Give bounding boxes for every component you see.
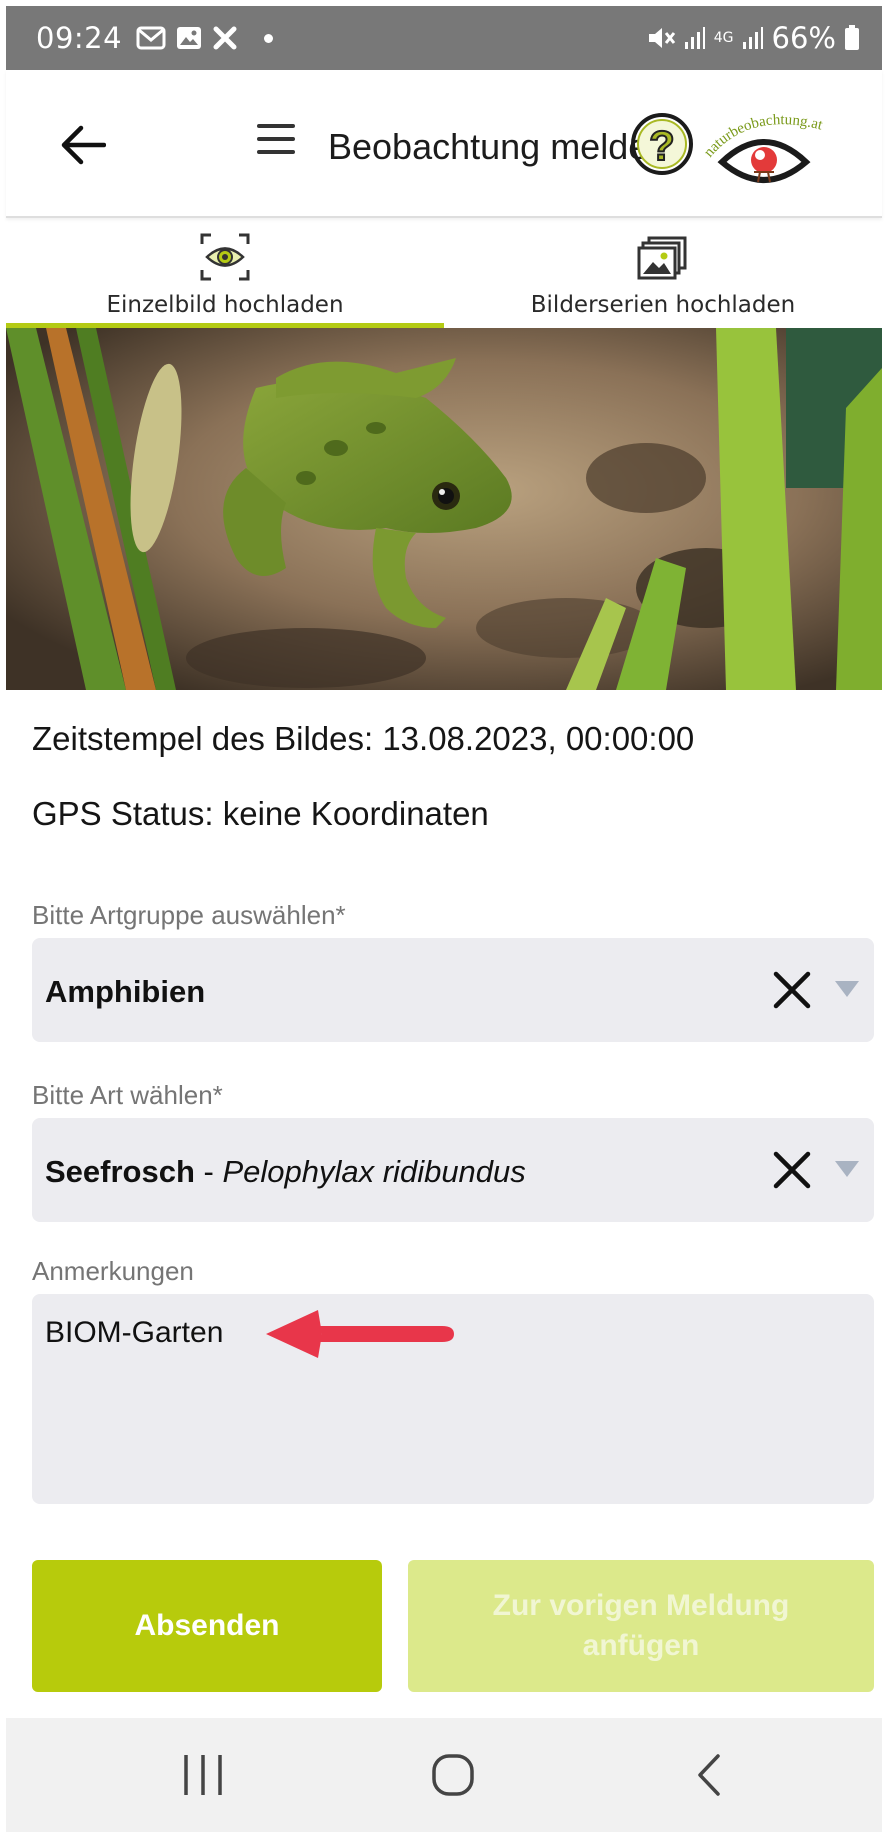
- hamburger-icon: [257, 124, 295, 154]
- clear-group-icon[interactable]: [772, 970, 812, 1010]
- gallery-icon: [177, 27, 202, 49]
- gps-status: GPS Status: keine Koordinaten: [32, 795, 489, 832]
- battery-icon: [845, 25, 859, 50]
- more-notifications-dot: [264, 33, 274, 43]
- nav-back-icon[interactable]: [694, 1752, 724, 1798]
- notes-label: Anmerkungen: [32, 1256, 194, 1286]
- status-bar: 09:24 4G 66%: [6, 6, 882, 70]
- notification-icons: [136, 25, 274, 51]
- system-icons: 4G 66%: [646, 21, 860, 55]
- clear-species-icon[interactable]: [772, 1150, 812, 1190]
- home-icon[interactable]: [430, 1752, 476, 1798]
- battery-percentage: 66%: [771, 21, 836, 55]
- append-button-label: Zur vorigen Meldung anfügen: [492, 1589, 790, 1662]
- logo-eye-bird-icon: naturbeobachtung.at: [701, 112, 825, 183]
- tab-single-image[interactable]: Einzelbild hochladen: [6, 218, 444, 328]
- group-select-value: Amphibien: [45, 974, 206, 1009]
- svg-text:?: ?: [649, 122, 675, 169]
- upload-tabs: Einzelbild hochladen Bilderserien hochla…: [6, 218, 882, 328]
- frog-photo[interactable]: [6, 328, 882, 690]
- help-button[interactable]: ?: [628, 110, 696, 178]
- species-scientific-name: Pelophylax ridibundus: [222, 1154, 526, 1189]
- species-select[interactable]: Seefrosch - Pelophylax ridibundus: [32, 1118, 874, 1222]
- app-header: Beobachtung melden ? naturbeobachtung.at: [6, 70, 882, 218]
- species-select-value: Seefrosch - Pelophylax ridibundus: [45, 1154, 526, 1190]
- frog-photo-image: [6, 328, 882, 690]
- status-time: 09:24: [36, 21, 123, 55]
- mute-icon: [648, 28, 675, 48]
- species-select-label: Bitte Art wählen*: [32, 1080, 223, 1110]
- tools-icon: [213, 26, 237, 50]
- recent-apps-icon[interactable]: [180, 1752, 226, 1798]
- chevron-down-icon[interactable]: [834, 980, 860, 998]
- annotation-arrow-icon: [266, 1310, 454, 1358]
- network-type: 4G: [713, 30, 734, 46]
- mail-icon: [136, 26, 166, 50]
- species-separator: -: [194, 1154, 223, 1189]
- signal-icon-2: [742, 27, 763, 49]
- tab-single-image-label: Einzelbild hochladen: [106, 292, 344, 318]
- group-select[interactable]: Amphibien: [32, 938, 874, 1042]
- send-button[interactable]: Absenden: [32, 1560, 382, 1692]
- tab-image-series-label: Bilderserien hochladen: [530, 292, 796, 318]
- image-stack-icon: [637, 230, 689, 284]
- notes-value: BIOM-Garten: [45, 1316, 224, 1349]
- app-logo: naturbeobachtung.at: [701, 100, 842, 192]
- screen: 09:24 4G 66% Beobachtung melden ? naturb…: [0, 0, 888, 1832]
- group-select-label: Bitte Artgruppe auswählen*: [32, 900, 346, 930]
- system-nav-bar: [6, 1718, 882, 1832]
- tab-image-series[interactable]: Bilderserien hochladen: [444, 218, 882, 328]
- send-button-label: Absenden: [134, 1609, 280, 1642]
- arrow-left-icon: [61, 125, 106, 165]
- chevron-down-icon[interactable]: [834, 1160, 860, 1178]
- signal-icon: [684, 27, 705, 49]
- question-mark-icon: ?: [631, 113, 693, 175]
- back-button[interactable]: [52, 120, 114, 170]
- eye-scan-icon: [199, 230, 251, 284]
- menu-button[interactable]: [256, 122, 302, 164]
- species-common-name: Seefrosch: [45, 1154, 195, 1189]
- append-to-previous-button[interactable]: Zur vorigen Meldung anfügen: [408, 1560, 874, 1692]
- image-timestamp: Zeitstempel des Bildes: 13.08.2023, 00:0…: [32, 720, 695, 757]
- page-title: Beobachtung melden: [328, 126, 669, 167]
